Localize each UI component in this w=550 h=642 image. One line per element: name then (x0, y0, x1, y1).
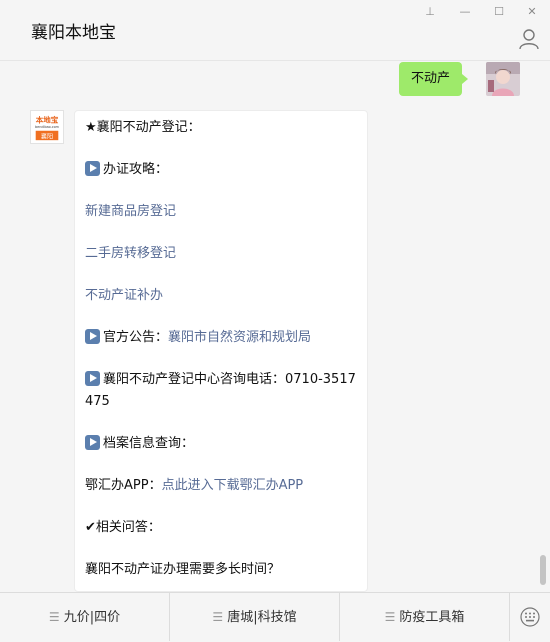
guide-row: 办证攻略： (85, 159, 363, 181)
maximize-button[interactable]: ☐ (489, 4, 509, 20)
play-icon (85, 371, 100, 386)
menu-lines-icon: ☰ (48, 610, 60, 624)
user-avatar[interactable] (486, 62, 520, 96)
close-button[interactable]: ✕ (522, 4, 542, 20)
app-label: 鄂汇办APP： (85, 478, 162, 493)
chat-scrollbar[interactable] (540, 555, 546, 585)
second-hand-row: 二手房转移登记 (85, 243, 363, 265)
bot-avatar-brand: 本地宝 (35, 114, 59, 124)
phone-text: 襄阳不动产登记中心咨询电话：0710-3517475 (85, 372, 356, 409)
menu-item-vaccine[interactable]: ☰ 九价|四价 (0, 593, 170, 641)
play-icon (85, 161, 100, 176)
play-icon (85, 329, 100, 344)
minimize-button[interactable]: — (455, 4, 475, 20)
archive-label: 档案信息查询： (103, 436, 195, 451)
profile-icon[interactable] (518, 28, 540, 50)
archive-row: 档案信息查询： (85, 433, 363, 455)
menu-item-label: 防疫工具箱 (399, 610, 465, 625)
guide-label: 办证攻略： (103, 162, 169, 177)
keyboard-toggle-icon[interactable] (510, 593, 550, 641)
reply-heading: ★襄阳不动产登记： (85, 120, 201, 135)
faq-question: 襄阳不动产证办理需要多长时间？ (85, 562, 281, 577)
menu-item-label: 唐城|科技馆 (227, 610, 297, 625)
reply-bubble: ★襄阳不动产登记： 办证攻略： 新建商品房登记 二手房转移登记 不动产证补办 官… (74, 110, 368, 592)
outgoing-bubble[interactable]: 不动产 (398, 62, 469, 96)
menu-item-label: 九价|四价 (63, 610, 121, 625)
menu-item-toolbox[interactable]: ☰ 防疫工具箱 (340, 593, 510, 641)
bot-avatar-domain: bendibao.com (35, 125, 59, 129)
bottom-menu: ☰ 九价|四价 ☰ 唐城|科技馆 ☰ 防疫工具箱 (0, 592, 550, 641)
link-reissue[interactable]: 不动产证补办 (85, 288, 163, 303)
app-row: 鄂汇办APP：点此进入下载鄂汇办APP (85, 475, 363, 497)
link-second-hand[interactable]: 二手房转移登记 (85, 246, 176, 261)
menu-lines-icon: ☰ (212, 610, 224, 624)
title-bar: 襄阳本地宝 ⊥ — ☐ ✕ (0, 0, 550, 61)
link-app-download[interactable]: 点此进入下载鄂汇办APP (162, 478, 304, 493)
reissue-row: 不动产证补办 (85, 285, 363, 307)
notice-label: 官方公告： (103, 330, 169, 345)
link-notice[interactable]: 襄阳市自然资源和规划局 (168, 330, 311, 345)
new-house-row: 新建商品房登记 (85, 201, 363, 223)
faq-heading: ✔相关问答： (85, 520, 161, 535)
menu-lines-icon: ☰ (384, 610, 396, 624)
bot-avatar-city: 襄阳 (41, 132, 53, 140)
reply-content: ★襄阳不动产登记： 办证攻略： 新建商品房登记 二手房转移登记 不动产证补办 官… (85, 117, 363, 591)
notice-row: 官方公告：襄阳市自然资源和规划局 (85, 327, 363, 349)
play-icon (85, 435, 100, 450)
menu-item-tangcheng[interactable]: ☰ 唐城|科技馆 (170, 593, 340, 641)
pin-button[interactable]: ⊥ (420, 4, 440, 20)
link-new-house[interactable]: 新建商品房登记 (85, 204, 176, 219)
phone-row: 襄阳不动产登记中心咨询电话：0710-3517475 (85, 369, 363, 413)
chat-title: 襄阳本地宝 (31, 23, 116, 43)
bot-avatar[interactable]: 本地宝 bendibao.com 襄阳 (30, 110, 64, 144)
